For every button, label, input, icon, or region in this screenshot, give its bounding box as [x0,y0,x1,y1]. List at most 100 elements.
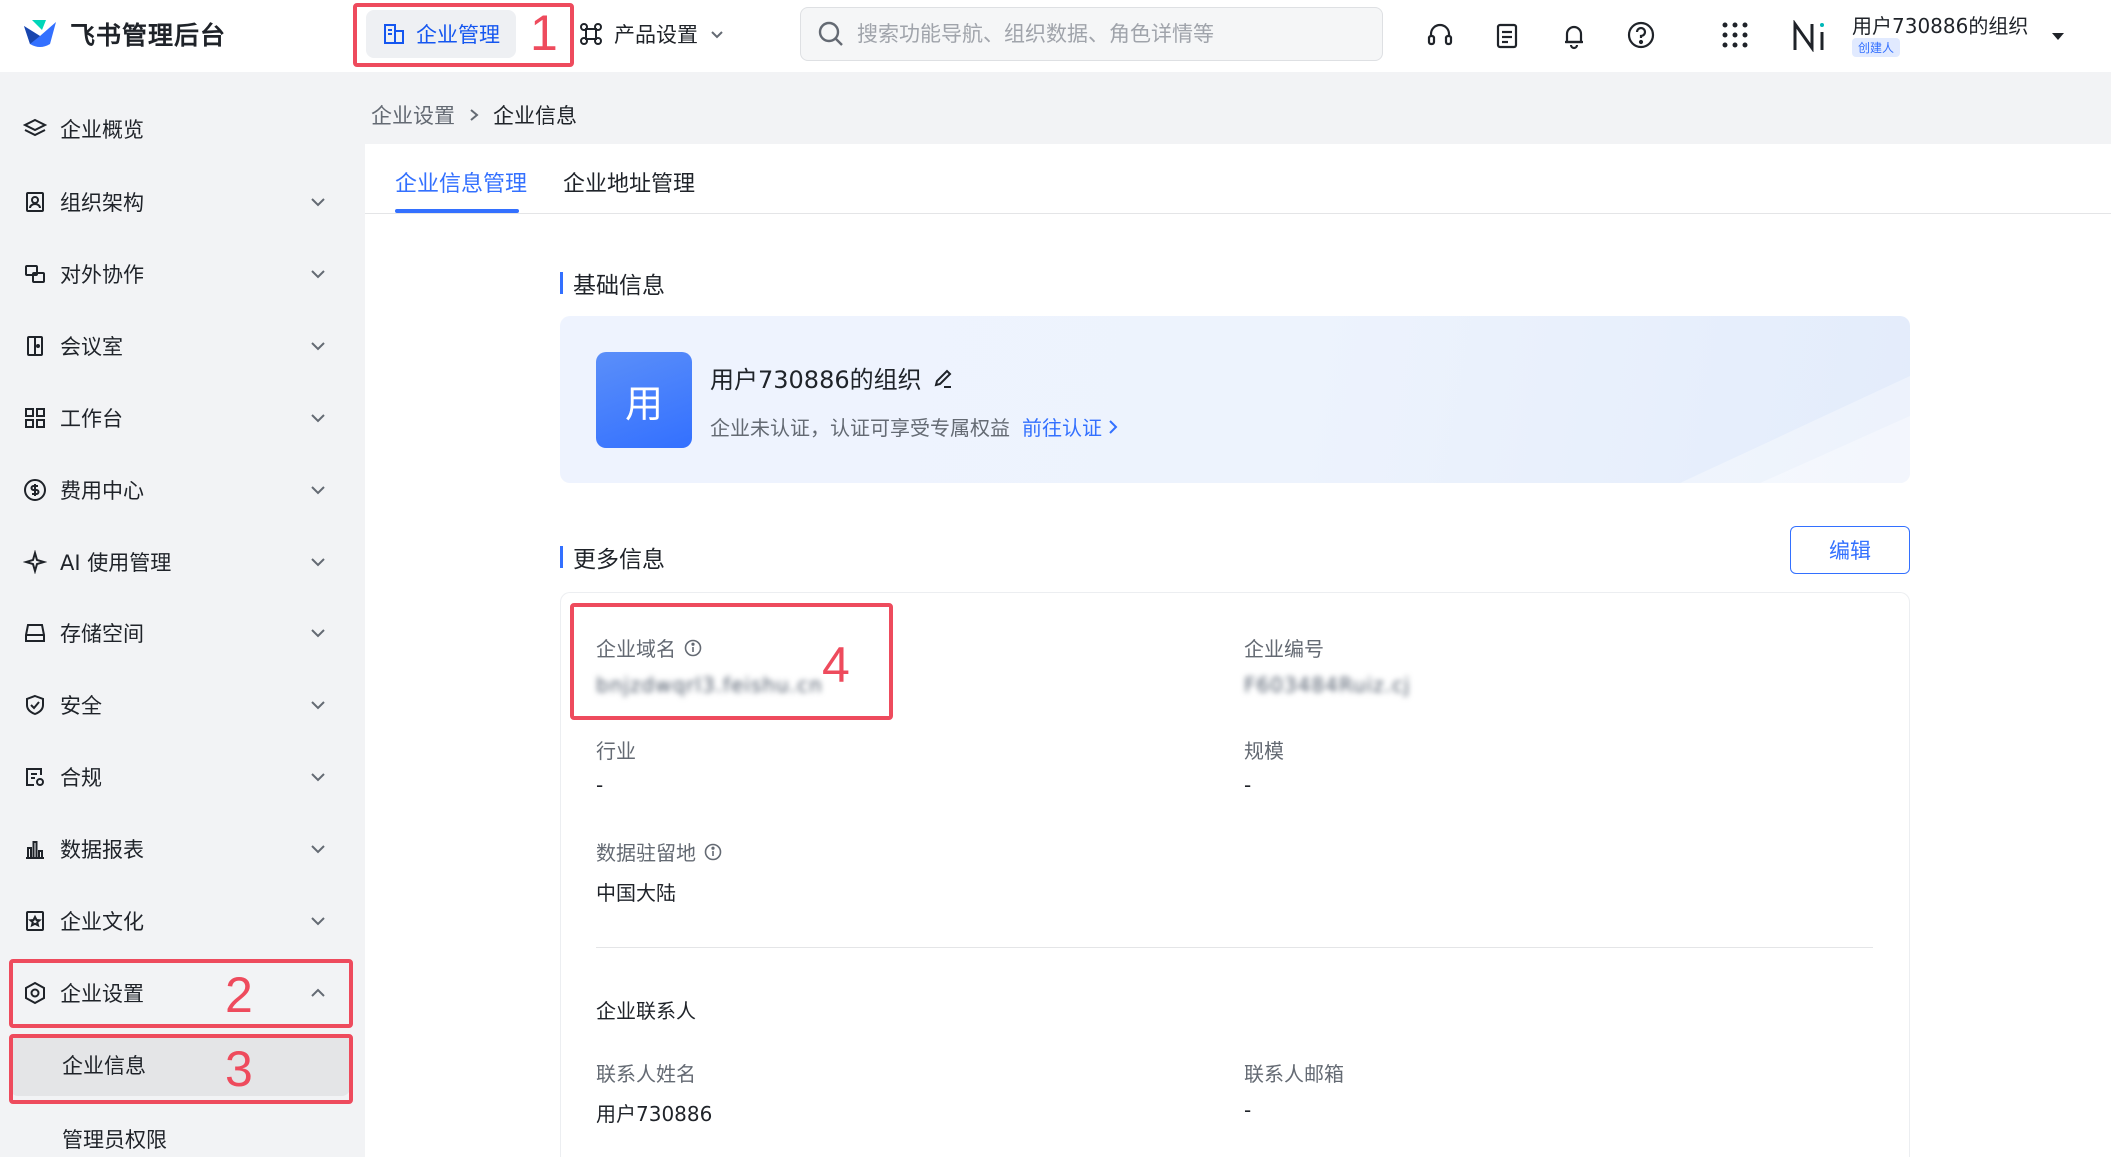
clipboard-icon[interactable] [1490,18,1524,52]
field-label-contact-email: 联系人邮箱 [1244,1062,1344,1086]
chevron-down-icon [311,270,325,279]
org-name[interactable]: 用户730886的组织 [1852,10,2028,39]
sidebar-item-billing[interactable]: 费用中心 [10,459,350,521]
sidebar-subitem-admin-permissions[interactable]: 管理员权限 [10,1106,350,1157]
search-input[interactable] [857,22,1337,46]
sidebar-item-data-reports[interactable]: 数据报表 [10,818,350,880]
org-name-text: 用户730886的组织 [710,366,922,394]
sidebar-item-label: 组织架构 [60,191,144,215]
sidebar-item-overview[interactable]: 企业概览 [10,98,350,160]
breadcrumb: 企业设置 企业信息 [371,100,577,130]
annotation-number-4: 4 [822,637,850,693]
sidebar-item-label: 对外协作 [60,263,144,287]
storage-icon [22,620,48,646]
bell-icon[interactable] [1557,18,1591,52]
sidebar-item-label: 合规 [60,766,102,790]
sidebar-item-external-collab[interactable]: 对外协作 [10,243,350,305]
dollar-icon [22,477,48,503]
sidebar-item-label: 数据报表 [60,838,144,862]
app-logo[interactable]: 飞书管理后台 [20,14,226,54]
card-background-pattern [1680,376,1910,483]
chevron-right-icon [1109,419,1118,434]
cert-status-text: 企业未认证，认证可享受专属权益 [710,416,1010,440]
field-label-industry: 行业 [596,739,636,763]
sidebar-item-label: 工作台 [60,407,123,431]
sidebar-item-security[interactable]: 安全 [10,674,350,736]
field-value-contact-email: - [1244,1098,1252,1122]
field-value-industry: - [596,773,604,797]
help-icon[interactable] [1624,18,1658,52]
apps-grid-icon[interactable] [1718,18,1752,52]
divider [596,947,1873,948]
field-value-number: F603484Ruiz.cj [1244,673,1411,697]
sidebar-item-org-structure[interactable]: 组织架构 [10,171,350,233]
go-certify-label: 前往认证 [1022,416,1102,440]
tab-enterprise-info[interactable]: 企业信息管理 [395,166,527,198]
collab-icon [22,261,48,287]
field-label-residency: 数据驻留地 [596,837,722,866]
breadcrumb-parent[interactable]: 企业设置 [371,100,455,130]
sidebar-item-label: 会议室 [60,335,123,359]
field-label-contact-name: 联系人姓名 [596,1062,696,1086]
go-certify-link[interactable]: 前往认证 [1022,412,1120,441]
cert-status: 企业未认证，认证可享受专属权益 前往认证 [710,412,1120,441]
sidebar-item-label: 费用中心 [60,479,144,503]
sidebar-item-label: 企业概览 [60,118,144,142]
sidebar-item-culture[interactable]: 企业文化 [10,890,350,952]
field-label-text: 数据驻留地 [596,841,696,865]
annotation-box-3 [9,1034,353,1104]
sidebar-item-meeting-rooms[interactable]: 会议室 [10,315,350,377]
annotation-number-3: 3 [225,1041,253,1097]
chevron-down-icon [311,773,325,782]
annotation-box-2 [9,959,353,1028]
org-card-name: 用户730886的组织 [710,360,954,395]
edit-pencil-icon[interactable] [932,367,954,389]
sidebar-subitem-label: 管理员权限 [62,1128,167,1152]
sidebar-item-workplace[interactable]: 工作台 [10,387,350,449]
section-title-more: 更多信息 [560,540,665,574]
chevron-down-icon [311,558,325,567]
feishu-logo-icon [24,20,56,47]
sidebar-item-label: 安全 [60,694,102,718]
bar-chart-icon [22,836,48,862]
section-title-basic: 基础信息 [560,266,665,300]
chevron-down-icon [311,414,325,423]
product-settings-icon [580,23,602,45]
search-icon [818,21,843,46]
chevron-down-icon [311,845,325,854]
sidebar-item-label: 企业文化 [60,910,144,934]
sidebar-item-storage[interactable]: 存储空间 [10,602,350,664]
sidebar-item-compliance[interactable]: 合规 [10,746,350,808]
layers-icon [22,116,48,142]
grid-icon [22,405,48,431]
edit-button[interactable]: 编辑 [1790,526,1910,574]
app-title: 飞书管理后台 [70,21,227,50]
sidebar-item-label: 存储空间 [60,622,144,646]
info-icon[interactable] [704,843,722,861]
org-avatar: 用 [596,352,692,448]
tab-enterprise-address[interactable]: 企业地址管理 [563,166,695,198]
global-search[interactable] [800,7,1383,61]
caret-down-icon[interactable] [2048,26,2068,46]
chevron-down-icon [311,486,325,495]
chevron-right-icon [470,109,479,121]
chevron-down-icon [311,198,325,207]
field-value-scale: - [1244,773,1252,797]
chevron-down-icon [311,701,325,710]
tab-active-indicator [395,209,519,213]
field-value-contact-name: 用户730886 [596,1102,713,1126]
field-value-residency: 中国大陆 [596,881,676,905]
tab-product-settings[interactable]: 产品设置 [562,10,742,58]
org-info-card: 用 用户730886的组织 企业未认证，认证可享受专属权益 前往认证 [560,316,1910,483]
culture-icon [22,908,48,934]
org-logo-icon[interactable] [1792,20,1828,52]
top-bar: 飞书管理后台 企业管理 产品设置 用户730886的组织 创建人 [0,0,2111,72]
annotation-number-2: 2 [225,967,253,1023]
chevron-down-icon [711,31,723,39]
annotation-number-1: 1 [530,5,558,61]
sidebar-item-ai-management[interactable]: AI 使用管理 [10,531,350,593]
chevron-down-icon [311,342,325,351]
field-label-scale: 规模 [1244,739,1284,763]
sparkle-icon [22,549,48,575]
headset-icon[interactable] [1423,18,1457,52]
